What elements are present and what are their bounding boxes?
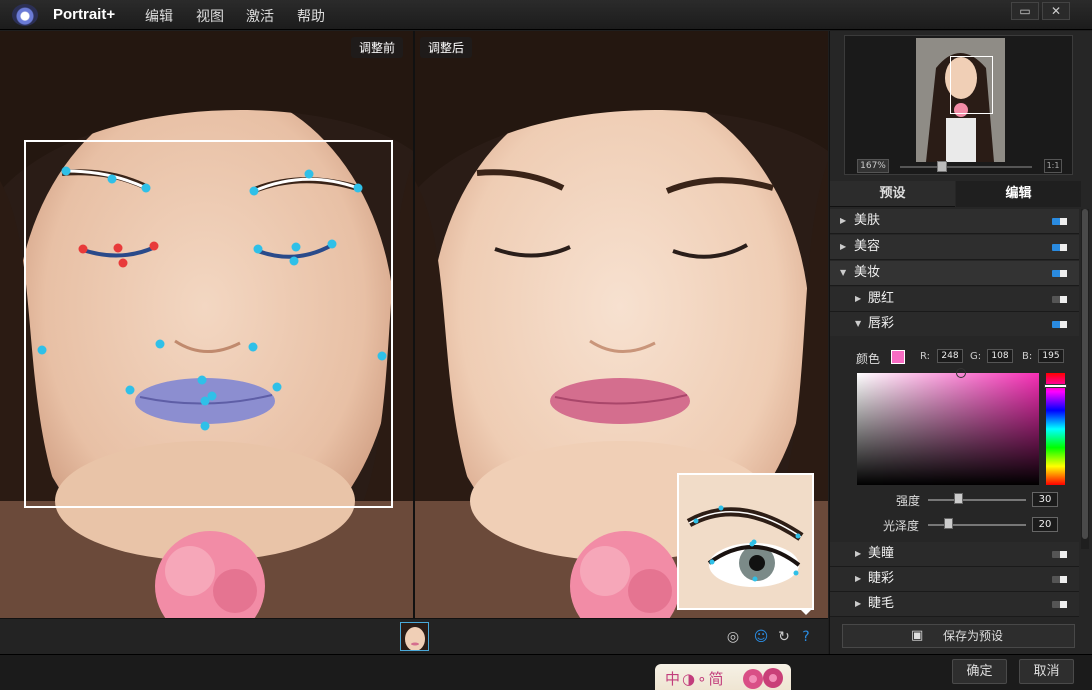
panel-scrollbar[interactable] [1081,209,1089,549]
chevron-down-icon: ▼ [855,319,862,328]
after-label: 调整后 [420,37,473,58]
save-preset-button[interactable]: ▣ 保存为预设 [842,624,1075,648]
toggle-contact-lens[interactable] [1052,551,1067,558]
panel-tabs: 预设 编辑 [830,181,1081,207]
menu-view[interactable]: 视图 [196,6,224,26]
restore-window-button[interactable]: ▭ [1011,2,1039,20]
navigator-viewport[interactable] [950,56,993,114]
strength-slider-track[interactable] [928,499,1026,501]
save-icon: ▣ [911,628,924,643]
zoom-slider-track[interactable] [900,166,1032,168]
gloss-label: 光泽度 [883,519,920,533]
canvas-toolbar: ◎ ☺ ↻ ? [0,618,828,654]
blue-value-field[interactable]: 195 [1038,349,1064,363]
section-eyelash[interactable]: ▶ 睫毛 [830,592,1079,617]
section-beauty[interactable]: ▶ 美容 [830,235,1079,260]
color-picker-crosshair-icon[interactable] [956,368,966,378]
chevron-right-icon: ▶ [855,549,862,558]
before-label: 调整前 [351,37,404,58]
strength-label: 强度 [896,494,921,508]
compare-icon[interactable]: ◎ [723,627,743,647]
r-label: R: [920,351,931,362]
hue-marker[interactable] [1044,384,1067,388]
tab-preset[interactable]: 预设 [830,181,955,207]
menu-edit[interactable]: 编辑 [145,6,173,26]
chevron-right-icon: ▶ [840,242,847,251]
zoom-slider-knob[interactable] [937,161,947,172]
chevron-right-icon: ▶ [855,574,862,583]
strength-slider-knob[interactable] [954,493,963,504]
eye-zoom-inset [677,473,814,610]
chevron-right-icon: ▶ [840,216,847,225]
gloss-value-field[interactable]: 20 [1032,517,1058,532]
watermark: 中◑∘简 [655,664,791,690]
inset-pointer [800,609,812,615]
strength-value-field[interactable]: 30 [1032,492,1058,507]
chevron-down-icon: ▼ [840,268,847,277]
green-value-field[interactable]: 108 [987,349,1013,363]
toggle-lip-color[interactable] [1052,321,1067,328]
face-thumbnail[interactable] [400,622,429,651]
close-window-button[interactable]: ✕ [1042,2,1070,20]
footer-bar: 确定 取消 [0,654,1092,690]
app-title: Portrait+ [53,6,116,23]
navigator: 167% 1:1 [844,35,1073,175]
lip-color-settings: 颜色 R: 248 G: 108 B: 195 强度 30 光泽度 20 [830,336,1079,541]
menu-activate[interactable]: 激活 [246,6,274,26]
reset-icon[interactable]: ↻ [774,627,794,647]
chevron-right-icon: ▶ [855,294,862,303]
face-detect-icon[interactable]: ☺ [751,627,771,647]
color-label: 颜色 [856,352,881,366]
section-eye-color[interactable]: ▶ 睫彩 [830,567,1079,592]
app-logo-icon [12,4,38,26]
chevron-right-icon: ▶ [855,599,862,608]
menu-help[interactable]: 帮助 [297,6,325,26]
toggle-skin[interactable] [1052,218,1067,225]
section-lip-color[interactable]: ▼ 唇彩 [830,312,1079,337]
section-skin[interactable]: ▶ 美肤 [830,209,1079,234]
navigator-preview[interactable] [916,38,1005,162]
before-canvas[interactable]: 调整前 [0,31,413,618]
rose-icon [743,668,783,689]
color-swatch[interactable] [891,350,905,364]
title-bar: Portrait+ 编辑 视图 激活 帮助 ▭ ✕ [0,0,1092,30]
section-makeup[interactable]: ▼ 美妆 [830,261,1079,286]
toggle-beauty[interactable] [1052,244,1067,251]
g-label: G: [970,351,982,362]
watermark-text: 中◑∘简 [665,670,726,688]
saturation-value-picker[interactable] [857,368,1039,485]
tab-edit[interactable]: 编辑 [956,181,1081,207]
toggle-eye-color[interactable] [1052,576,1067,583]
b-label: B: [1022,351,1033,362]
toggle-eyelash[interactable] [1052,601,1067,608]
gloss-slider-track[interactable] [928,524,1026,526]
toggle-makeup[interactable] [1052,270,1067,277]
scrollbar-thumb[interactable] [1082,209,1088,539]
gloss-slider-knob[interactable] [944,518,953,529]
help-icon[interactable]: ? [796,627,816,647]
zoom-level: 167% [857,159,889,173]
right-panel: 167% 1:1 预设 编辑 ▶ 美肤 ▶ 美容 ▼ 美妆 ▶ 腮红 ▼ 唇彩 … [829,31,1092,654]
ok-button[interactable]: 确定 [952,659,1007,684]
cancel-button[interactable]: 取消 [1019,659,1074,684]
actual-size-button[interactable]: 1:1 [1044,159,1062,173]
red-value-field[interactable]: 248 [937,349,963,363]
toggle-blush[interactable] [1052,296,1067,303]
section-contact-lens[interactable]: ▶ 美瞳 [830,542,1079,567]
before-portrait [0,31,413,618]
hue-slider[interactable] [1044,373,1067,485]
section-blush[interactable]: ▶ 腮红 [830,287,1079,312]
